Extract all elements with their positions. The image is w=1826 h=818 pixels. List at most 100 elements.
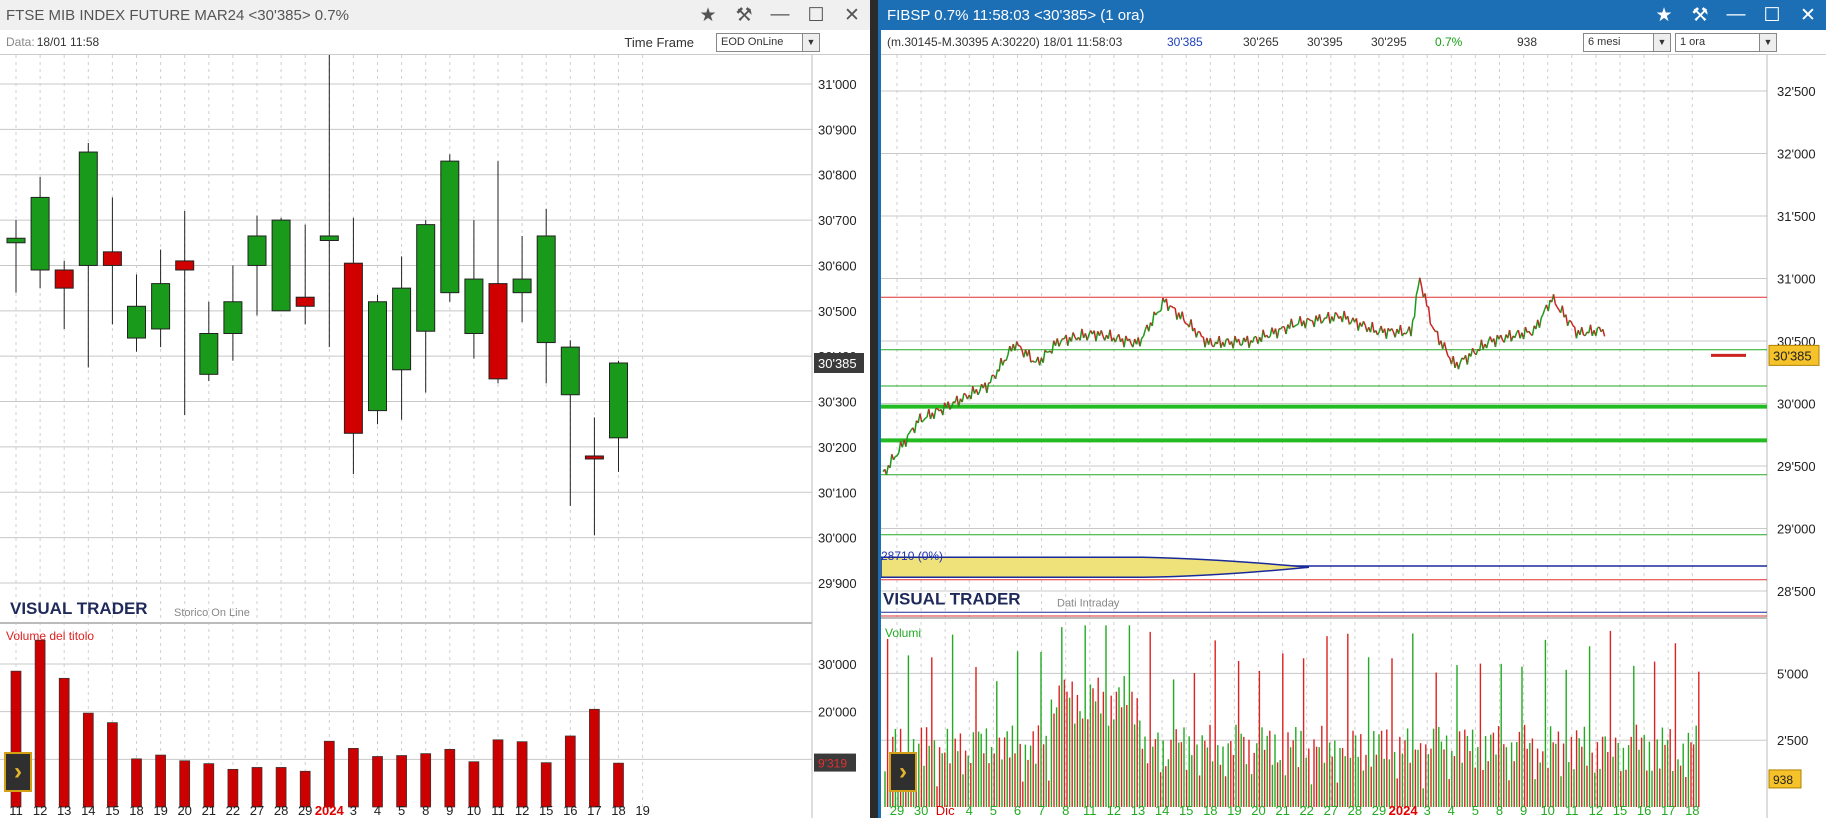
time-tick-label: 12 <box>33 803 47 818</box>
price-segment <box>1190 319 1194 332</box>
price-segment <box>1452 356 1456 368</box>
price-segment <box>922 417 926 422</box>
price-segment <box>1262 329 1266 338</box>
price-segment <box>1318 314 1322 324</box>
watermark-logo: VISUAL TRADER <box>10 599 148 618</box>
price-segment <box>1165 298 1169 311</box>
left-chart-area[interactable]: 31'00030'90030'80030'70030'60030'50030'4… <box>0 55 870 818</box>
time-tick-label: 5 <box>1472 803 1479 818</box>
candle-body <box>512 278 532 294</box>
price-segment <box>1566 320 1571 327</box>
watermark-sub: Dati Intraday <box>1057 598 1120 610</box>
price-tick-label: 30'700 <box>818 213 857 228</box>
price-segment <box>1570 321 1574 326</box>
play-arrow-icon[interactable]: › <box>4 752 32 792</box>
price-segment <box>1443 342 1447 351</box>
time-tick-label: 2024 <box>1389 803 1419 818</box>
close-icon[interactable]: ✕ <box>1790 0 1826 30</box>
price-segment <box>1405 330 1409 335</box>
maximize-icon[interactable]: ☐ <box>798 0 834 30</box>
price-segment <box>896 452 900 457</box>
time-tick-label: 7 <box>1038 803 1045 818</box>
chevron-down-icon[interactable]: ▼ <box>802 33 819 51</box>
price-segment <box>986 382 990 394</box>
candle-body <box>488 283 508 380</box>
left-titlebar[interactable]: FTSE MIB INDEX FUTURE MAR24 <30'385> 0.7… <box>0 0 870 30</box>
date-label: Data: <box>6 35 35 49</box>
volume-tick-label: 2'500 <box>1777 733 1808 748</box>
time-tick-label: 19 <box>153 803 167 818</box>
time-tick-label: 13 <box>57 803 71 818</box>
price-segment <box>1128 338 1132 345</box>
time-tick-label: 14 <box>81 803 95 818</box>
price-segment <box>1290 318 1294 328</box>
volume-label: Volumi <box>885 626 921 640</box>
price-segment <box>1042 350 1046 363</box>
volume-bar <box>131 758 142 808</box>
price-segment <box>1514 332 1518 338</box>
candle-body <box>127 305 146 339</box>
time-tick-label: Dic <box>936 803 955 818</box>
price-segment <box>1568 319 1572 323</box>
price-tick-label: 28'500 <box>1777 584 1816 599</box>
time-tick-label: 3 <box>350 803 357 818</box>
time-tick-label: 22 <box>1299 803 1313 818</box>
time-tick-label: 19 <box>635 803 649 818</box>
price-segment <box>1542 309 1546 315</box>
profile-label: 28710 (0%) <box>881 549 943 563</box>
price-segment <box>1100 330 1104 337</box>
time-tick-label: 10 <box>1540 803 1554 818</box>
minimize-icon[interactable]: — <box>762 0 798 30</box>
price-segment <box>1554 303 1558 308</box>
price-segment <box>1410 319 1414 337</box>
candle-body <box>199 333 219 375</box>
price-segment <box>1267 335 1271 339</box>
price-segment <box>1016 341 1020 347</box>
price-segment <box>1157 310 1160 314</box>
price-segment <box>1572 325 1576 328</box>
hammer-icon[interactable]: ⚒ <box>726 0 762 30</box>
price-segment <box>1420 286 1425 298</box>
price-segment <box>1237 338 1242 346</box>
price-segment <box>1390 328 1395 333</box>
time-tick-label: 30 <box>914 803 928 818</box>
price-segment <box>1276 328 1280 339</box>
frame-select[interactable]: 1 ora ▼ <box>1675 32 1777 52</box>
period-select[interactable]: 6 mesi ▼ <box>1583 32 1671 52</box>
candle-body <box>416 224 436 332</box>
volume-bar <box>564 735 576 808</box>
time-tick-label: 11 <box>491 803 505 818</box>
price-tick-label: 29'900 <box>818 576 857 591</box>
chevron-down-icon[interactable]: ▼ <box>1759 33 1776 51</box>
close-icon[interactable]: ✕ <box>834 0 870 30</box>
time-tick-label: 2024 <box>315 803 345 818</box>
candle-body <box>30 196 50 271</box>
volume-bar <box>348 748 359 808</box>
right-chart-area[interactable]: 32'50032'00031'50031'00030'50030'00029'5… <box>881 55 1826 818</box>
star-icon[interactable]: ★ <box>690 0 726 30</box>
price-segment <box>1005 354 1009 361</box>
price-segment <box>907 432 910 436</box>
volume-bar <box>203 763 215 808</box>
volume-bar <box>155 754 166 808</box>
price-segment <box>905 434 909 447</box>
price-segment <box>1151 311 1155 327</box>
price-segment <box>1436 331 1440 346</box>
time-tick-label: 5 <box>990 803 997 818</box>
price-segment <box>1058 341 1062 347</box>
star-icon[interactable]: ★ <box>1646 0 1682 30</box>
play-arrow-icon[interactable]: › <box>889 752 917 792</box>
price-segment <box>1308 318 1312 322</box>
candle-body <box>151 283 171 330</box>
price-segment <box>1471 347 1476 354</box>
hammer-icon[interactable]: ⚒ <box>1682 0 1718 30</box>
price-segment <box>1072 332 1076 338</box>
minimize-icon[interactable]: — <box>1718 0 1754 30</box>
right-titlebar[interactable]: FIBSP 0.7% 11:58:03 <30'385> (1 ora) ★ ⚒… <box>881 0 1826 30</box>
chevron-down-icon[interactable]: ▼ <box>1653 33 1670 51</box>
price-segment <box>942 402 946 416</box>
maximize-icon[interactable]: ☐ <box>1754 0 1790 30</box>
timeframe-select[interactable]: EOD OnLine ▼ <box>716 32 820 52</box>
volume-bar <box>468 761 480 808</box>
price-segment <box>1538 317 1542 328</box>
